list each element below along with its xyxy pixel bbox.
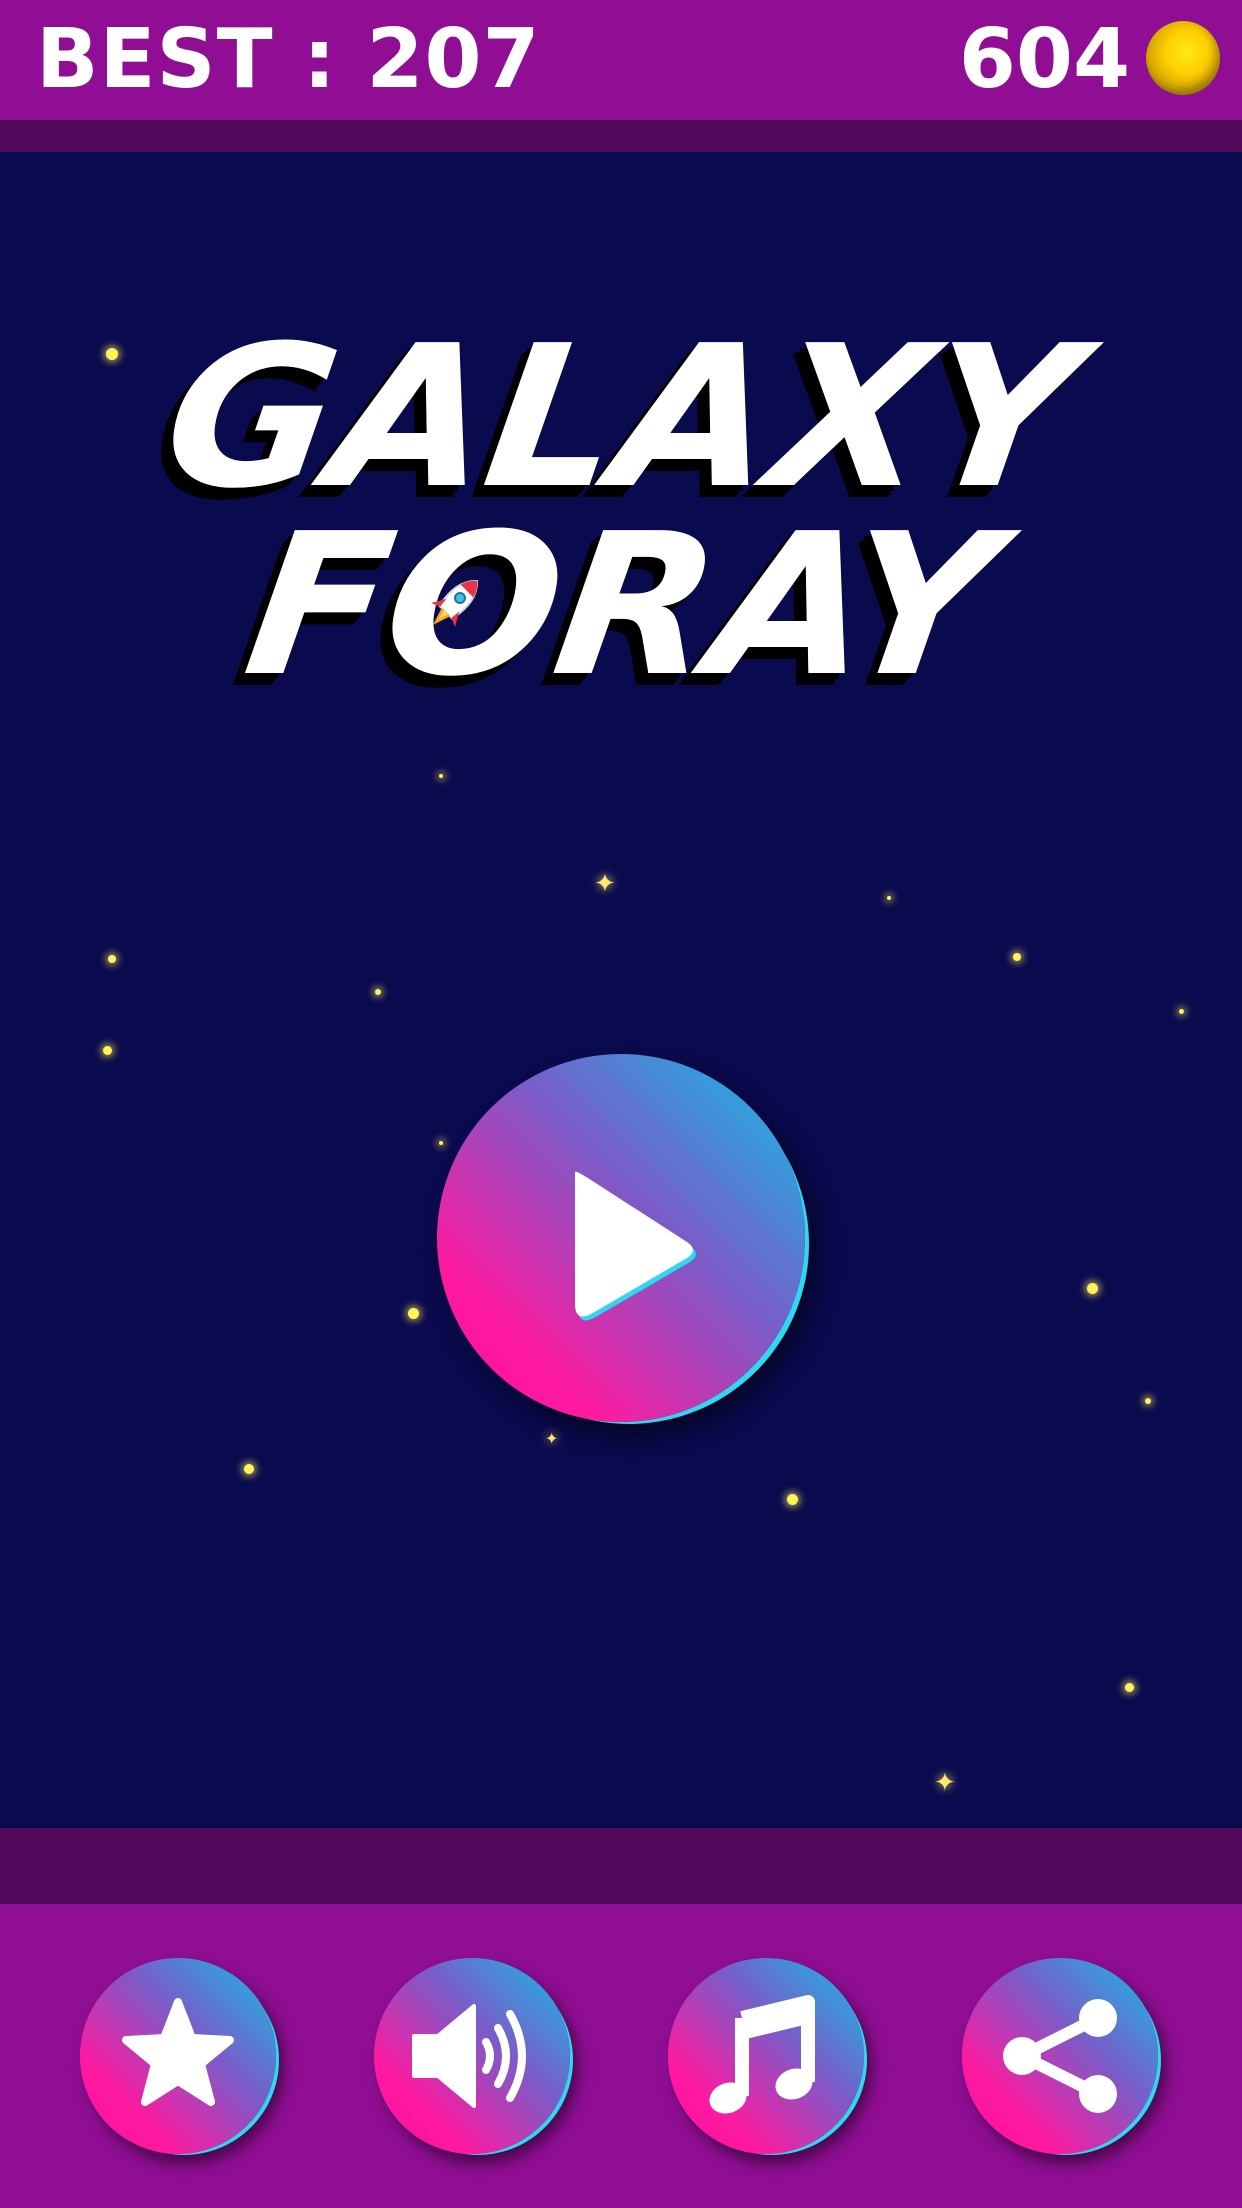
sound-button[interactable] bbox=[374, 1958, 570, 2154]
speaker-icon bbox=[412, 2004, 526, 2108]
game-title-line-1: GALAXY bbox=[151, 304, 1091, 532]
sparkle-decoration: ✦ bbox=[594, 869, 616, 899]
share-button[interactable] bbox=[962, 1958, 1158, 2154]
best-score: BEST : 207 bbox=[36, 12, 541, 107]
top-bar-shade bbox=[0, 120, 1242, 152]
play-button[interactable] bbox=[437, 1054, 805, 1422]
leaderboard-button[interactable] bbox=[80, 1958, 276, 2154]
music-note-icon bbox=[709, 1995, 815, 2114]
star-decoration bbox=[439, 774, 443, 778]
game-title-line-2: FORAY bbox=[233, 492, 1009, 720]
star-decoration bbox=[1013, 953, 1021, 961]
top-bar: BEST : 207 604 bbox=[0, 0, 1242, 120]
play-icon bbox=[575, 1171, 696, 1321]
star-decoration bbox=[408, 1308, 419, 1319]
star-icon bbox=[122, 1998, 234, 2106]
star-decoration bbox=[375, 989, 381, 995]
coin-count: 604 bbox=[958, 12, 1130, 107]
star-decoration bbox=[108, 955, 116, 963]
star-decoration bbox=[244, 1464, 254, 1474]
bottom-bar-shade bbox=[0, 1828, 1242, 1904]
star-decoration bbox=[1179, 1009, 1184, 1014]
share-icon bbox=[1003, 1999, 1117, 2113]
star-decoration bbox=[787, 1494, 798, 1505]
gold-coin-icon bbox=[1146, 21, 1220, 95]
star-decoration bbox=[887, 896, 891, 900]
sparkle-decoration: ✦ bbox=[545, 1429, 559, 1448]
music-button[interactable] bbox=[668, 1958, 864, 2154]
star-decoration bbox=[1125, 1683, 1134, 1692]
star-decoration bbox=[1145, 1398, 1151, 1404]
rocket-icon bbox=[430, 580, 478, 628]
star-decoration bbox=[103, 1046, 112, 1055]
sparkle-decoration: ✦ bbox=[934, 1768, 956, 1798]
star-decoration bbox=[1087, 1283, 1098, 1294]
